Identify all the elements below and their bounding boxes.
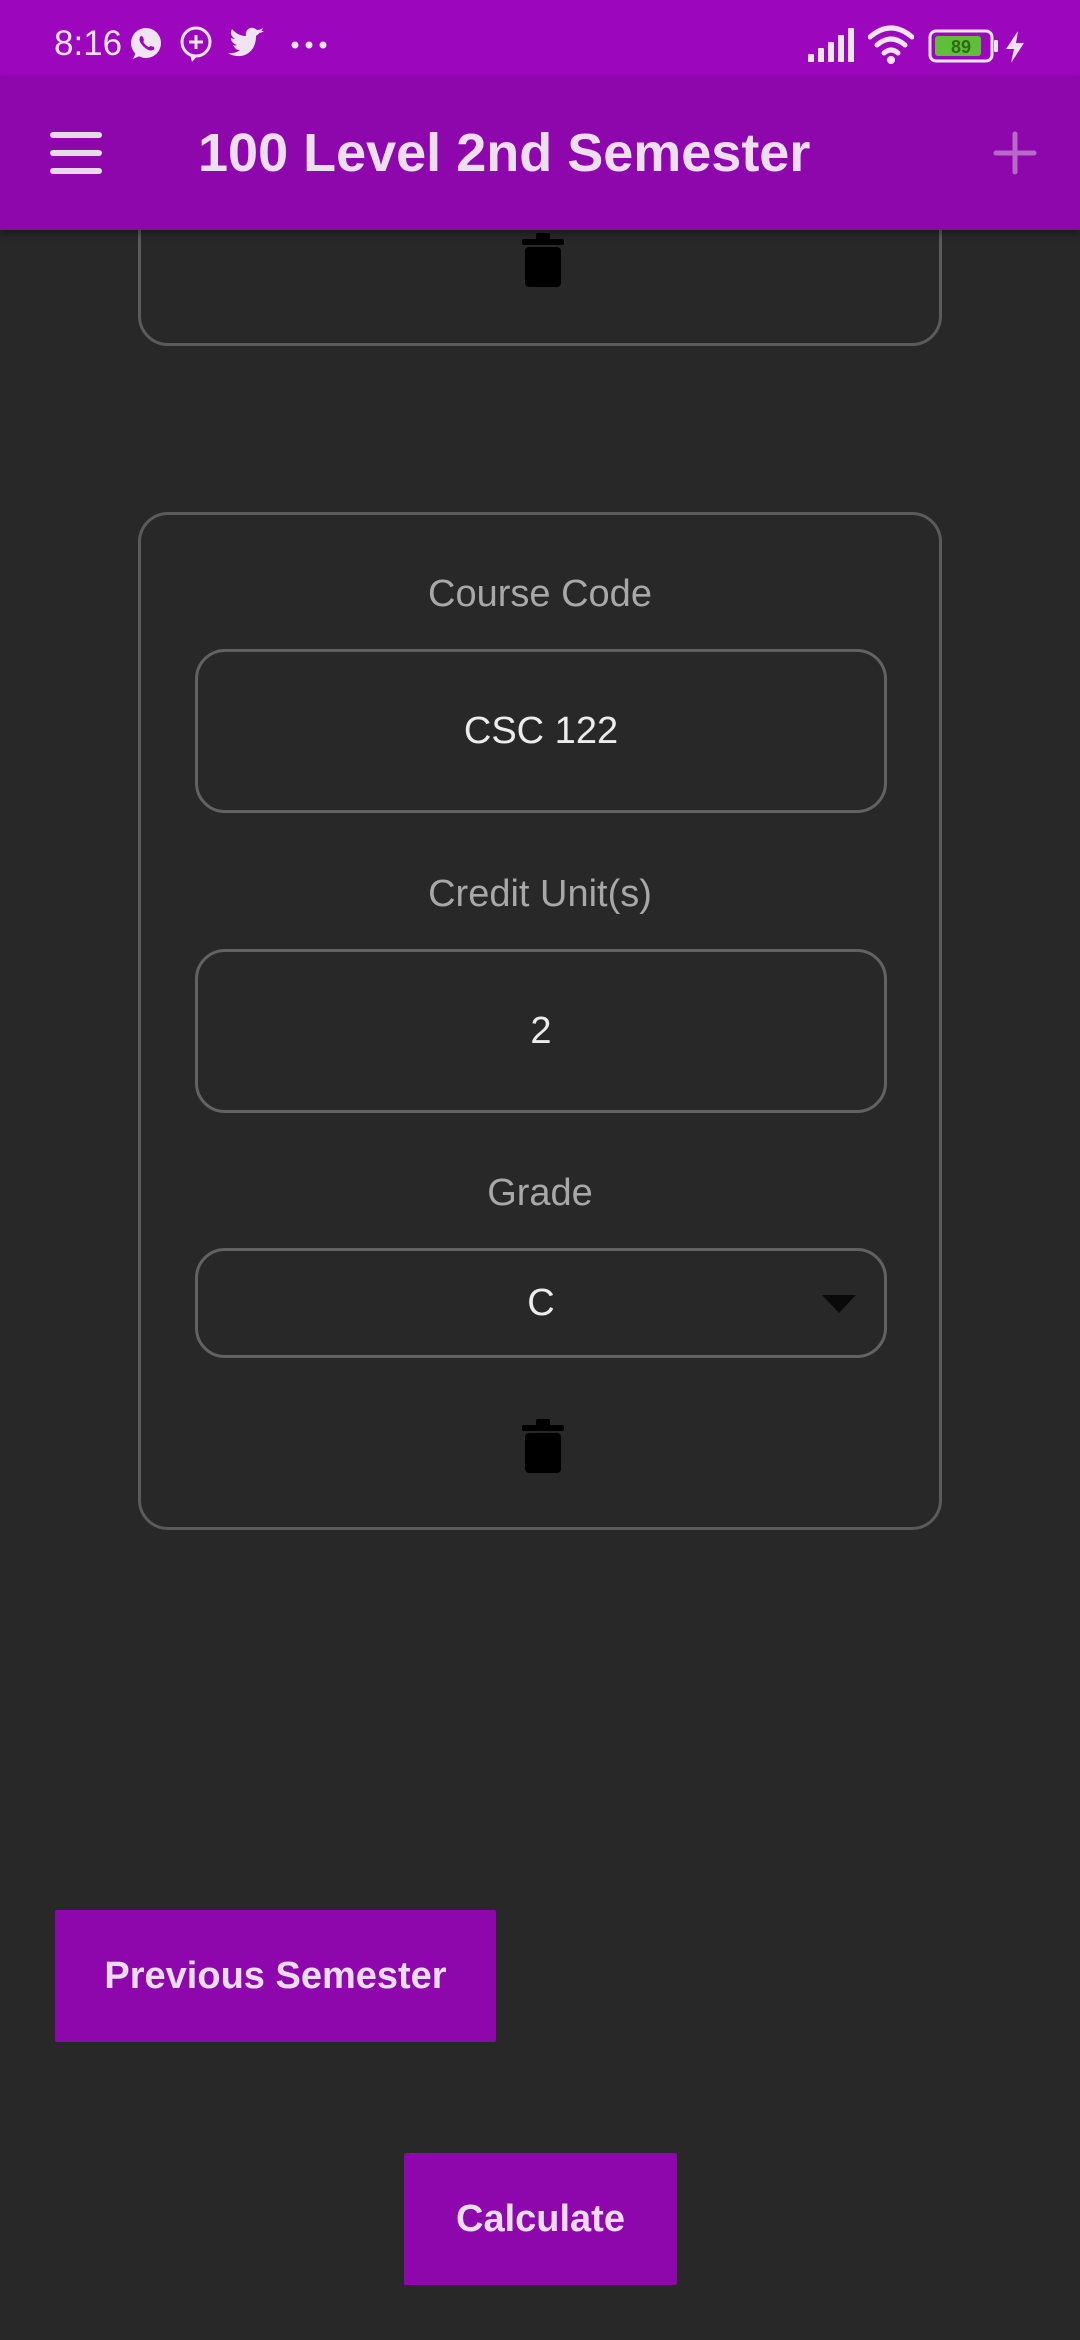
- chevron-down-icon: [822, 1295, 856, 1313]
- whatsapp-icon: [131, 28, 161, 59]
- page-title: 100 Level 2nd Semester: [198, 123, 811, 183]
- more-dots-icon: [291, 41, 327, 49]
- app-bar: 100 Level 2nd Semester: [0, 76, 1080, 230]
- wifi-icon: [868, 25, 914, 64]
- grade-value: C: [527, 1281, 555, 1324]
- course-card: Course Code CSC 122 Credit Unit(s) 2 Gra…: [138, 512, 942, 1530]
- status-time: 8:16: [54, 24, 123, 63]
- twitter-icon: [228, 27, 264, 57]
- delete-course-trash-icon[interactable]: [522, 233, 564, 287]
- hamburger-menu-icon[interactable]: [44, 124, 110, 182]
- battery-icon: 89: [928, 29, 998, 63]
- credit-units-input[interactable]: 2: [195, 949, 887, 1113]
- calculate-label: Calculate: [456, 2197, 625, 2240]
- calculate-button[interactable]: Calculate: [404, 2153, 677, 2285]
- course-code-input[interactable]: CSC 122: [195, 649, 887, 813]
- signal-icon: [808, 28, 854, 62]
- previous-semester-label: Previous Semester: [104, 1954, 447, 1997]
- battery-level: 89: [951, 37, 971, 57]
- delete-course-trash-icon[interactable]: [522, 1419, 564, 1473]
- grade-dropdown[interactable]: C: [195, 1248, 887, 1358]
- previous-semester-button[interactable]: Previous Semester: [55, 1910, 496, 2042]
- status-bar: 8:16 89: [0, 0, 1080, 76]
- grade-label: Grade: [487, 1172, 593, 1214]
- charging-icon: [1006, 31, 1024, 63]
- course-code-value: CSC 122: [463, 709, 619, 752]
- plus-icon[interactable]: [990, 128, 1040, 178]
- course-code-label: Course Code: [428, 573, 652, 615]
- credit-units-value: 2: [530, 1009, 552, 1052]
- chat-plus-icon: [180, 26, 212, 62]
- credit-units-label: Credit Unit(s): [428, 873, 652, 915]
